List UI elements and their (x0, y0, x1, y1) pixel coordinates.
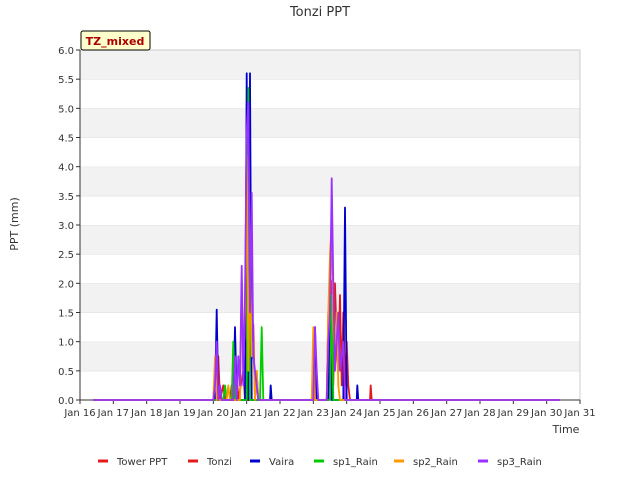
x-tick-label: Jan 24 (330, 408, 362, 419)
x-tick-label: Jan 31 (563, 408, 595, 419)
y-tick-label: 4.0 (58, 163, 74, 174)
legend-label: Vaira (269, 457, 294, 468)
x-axis-label: Time (552, 423, 580, 436)
y-tick-label: 3.0 (58, 221, 74, 232)
y-tick-label: 2.0 (58, 279, 74, 290)
y-tick-label: 0.5 (58, 367, 74, 378)
y-tick-label: 1.5 (58, 309, 74, 320)
legend: Tower PPT Tonzi Vaira sp1_Rain sp2_Rain sp3_R… (98, 457, 542, 468)
y-tick-label: 1.0 (58, 338, 74, 349)
x-tick-label: Jan 26 (397, 408, 429, 419)
chart-svg: Tonzi PPT 0.0 0.5 1.0 1.5 2.0 2.5 3.0 3.5 4.0 4.5… (8, 5, 596, 468)
y-tick-label: 5.0 (58, 104, 74, 115)
x-tick-label: Jan 23 (297, 408, 329, 419)
grid-band (80, 137, 580, 167)
chart-title: Tonzi PPT (289, 5, 350, 20)
x-tick-label: Jan 17 (97, 408, 129, 419)
x-tick-label: Jan 22 (263, 408, 295, 419)
y-tick-label: 4.5 (58, 134, 74, 145)
x-tick-label: Jan 28 (463, 408, 495, 419)
legend-label: sp2_Rain (413, 457, 458, 468)
x-tick-label: Jan 18 (130, 408, 162, 419)
x-tick-label: Jan 29 (497, 408, 529, 419)
x-tick-label: Jan 25 (363, 408, 395, 419)
y-tick-label: 5.5 (58, 75, 74, 86)
x-tick-label: Jan 27 (430, 408, 462, 419)
badge-text: TZ_mixed (86, 35, 145, 48)
site-badge: TZ_mixed (80, 30, 151, 51)
grid-band (80, 50, 580, 80)
chart: Tonzi PPT 0.0 0.5 1.0 1.5 2.0 2.5 3.0 3.5 4.0 4.5… (0, 0, 640, 480)
y-tick-label: 6.0 (58, 46, 74, 57)
y-tick-label: 3.5 (58, 192, 74, 203)
x-tick-label: Jan 16 (63, 408, 95, 419)
y-axis-label: PPT (mm) (8, 197, 21, 251)
x-tick-label: Jan 20 (197, 408, 229, 419)
legend-label: sp1_Rain (333, 457, 378, 468)
grid-band (80, 195, 580, 225)
grid-band (80, 166, 580, 196)
x-tick-label: Jan 21 (230, 408, 262, 419)
y-tick-label: 2.5 (58, 250, 74, 261)
y-tick-label: 0.0 (58, 396, 74, 407)
grid-band (80, 108, 580, 138)
grid-band (80, 79, 580, 109)
legend-label: Tower PPT (116, 457, 168, 468)
legend-label: sp3_Rain (497, 457, 542, 468)
x-tick-label: Jan 19 (163, 408, 195, 419)
x-tick-label: Jan 30 (530, 408, 562, 419)
legend-label: Tonzi (206, 457, 232, 468)
